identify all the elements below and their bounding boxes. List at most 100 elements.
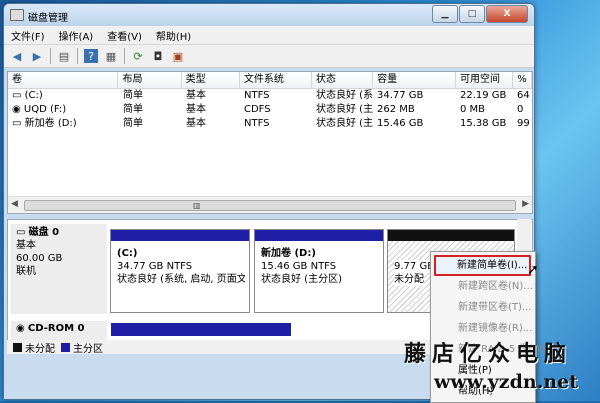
scroll-left-icon[interactable]: ◀ [11,199,18,209]
column-header-volume[interactable]: 卷 [8,72,119,88]
filesystem-cell: NTFS [244,118,270,129]
scroll-right-icon[interactable]: ▶ [522,199,529,209]
partition-c[interactable]: (C:) 34.77 GB NTFS 状态良好 (系统, 启动, 页面文件 [110,229,250,313]
settings-icon[interactable]: ▣ [171,49,185,63]
primary-partition-swatch [61,342,70,352]
primary-partition-bar [255,230,383,241]
menu-item-new-simple-volume[interactable]: 新建简单卷(I)... [434,255,531,276]
drive-icon: ▭ [12,118,25,129]
cd-drive-icon: ◉ [16,323,28,334]
scrollbar-thumb[interactable] [24,200,516,211]
status-cell: 状态良好 (主... [316,104,373,115]
window-title: 磁盘管理 [28,13,68,24]
column-header-free-space[interactable]: 可用空间 [456,72,514,88]
legend-unallocated: 未分配 [25,343,55,355]
cdrom-partition-bar[interactable] [111,323,291,336]
column-header-type[interactable]: 类型 [182,72,240,88]
partition-status: 未分配 [394,273,424,286]
menu-item-new-striped-volume[interactable]: 新建带区卷(T)... [431,297,535,318]
legend-primary: 主分区 [73,343,103,355]
cd-drive-icon: ◉ [12,104,24,115]
volume-name: (C:) [24,90,43,101]
filesystem-cell: NTFS [244,90,270,101]
partition-d[interactable]: 新加卷 (D:) 15.46 GB NTFS 状态良好 (主分区) [254,229,384,313]
unallocated-swatch [13,342,22,352]
scroll-grip-icon: ▥ [193,201,201,210]
free-space-cell: 0 MB [460,104,486,115]
partition-status: 状态良好 (主分区) [261,274,342,285]
refresh-icon[interactable]: ⟳ [131,49,145,63]
disk-name: 磁盘 0 [28,227,60,238]
rescan-disks-icon[interactable]: ◘ [151,49,165,63]
watermark-title: 藤店亿众电脑 [404,341,573,367]
percent-cell: 64 [517,90,530,101]
menu-view[interactable]: 查看(V) [100,28,149,43]
capacity-cell: 15.46 GB [377,118,424,129]
table-row[interactable]: ▭ 新加卷 (D:) 简单 基本 NTFS 状态良好 (主... 15.46 G… [8,117,532,131]
volume-list: 卷 布局 类型 文件系统 状态 容量 可用空间 % ▭ (C:) 简单 基本 N… [7,71,533,214]
partition-size: 9.77 GB [394,260,435,273]
disk-0-label[interactable]: ▭ 磁盘 0 基本 60.00 GB 联机 [11,224,107,314]
minimize-button[interactable]: ▁ [432,5,458,23]
type-cell: 基本 [186,90,206,101]
toolbar-separator [50,48,51,64]
disk-status: 联机 [16,266,36,277]
capacity-cell: 262 MB [377,104,415,115]
disk-management-icon [10,9,24,21]
volume-name: 新加卷 (D:) [24,118,77,129]
cdrom-name: CD-ROM 0 [27,323,85,334]
menu-file[interactable]: 文件(F) [4,28,52,43]
layout-cell: 简单 [123,90,143,101]
primary-partition-bar [111,230,249,241]
column-header-capacity[interactable]: 容量 [373,72,456,88]
unallocated-bar [388,230,514,241]
status-cell: 状态良好 (主... [316,118,373,129]
type-cell: 基本 [186,104,206,115]
toolbar-separator [77,48,78,64]
partition-size: 15.46 GB NTFS [261,261,337,272]
disk-type: 基本 [16,240,36,251]
watermark-url: www.yzdn.net [434,371,578,393]
help-icon[interactable]: ? [84,49,98,63]
layout-cell: 简单 [123,118,143,129]
maximize-button[interactable]: □ [459,5,485,23]
menu-action[interactable]: 操作(A) [52,28,101,43]
column-header-layout[interactable]: 布局 [118,72,182,88]
partition-name: (C:) [117,248,138,259]
menu-item-new-spanned-volume[interactable]: 新建跨区卷(N)... [431,276,535,297]
toolbar: ◀ ▶ ▤ ? ▦ ⟳ ◘ ▣ [4,45,534,68]
capacity-cell: 34.77 GB [377,90,424,101]
menu-help[interactable]: 帮助(H) [149,28,198,43]
column-header-percent[interactable]: % [513,72,532,88]
toolbar-separator [124,48,125,64]
partition-status: 状态良好 (系统, 启动, 页面文件 [117,274,245,285]
percent-cell: 99 [517,118,530,129]
properties-icon[interactable]: ▦ [104,49,118,63]
mouse-cursor-icon: ➚ [527,262,539,278]
disk-icon: ▭ [16,227,29,238]
volume-list-header: 卷 布局 类型 文件系统 状态 容量 可用空间 % [8,72,532,89]
cdrom-label[interactable]: ◉ CD-ROM 0 [11,321,107,340]
partition-name: 新加卷 (D:) [261,248,316,259]
status-cell: 状态良好 (系... [316,90,373,101]
menu-bar: 文件(F) 操作(A) 查看(V) 帮助(H) [4,26,534,45]
close-button[interactable]: X [486,5,528,23]
type-cell: 基本 [186,118,206,129]
percent-cell: 0 [517,104,524,115]
horizontal-scrollbar[interactable]: ◀ ▥ ▶ [8,196,532,213]
partition-size: 34.77 GB NTFS [117,261,193,272]
free-space-cell: 15.38 GB [460,118,507,129]
back-arrow-icon[interactable]: ◀ [10,49,24,63]
column-header-filesystem[interactable]: 文件系统 [240,72,312,88]
free-space-cell: 22.19 GB [460,90,507,101]
column-header-status[interactable]: 状态 [312,72,374,88]
filesystem-cell: CDFS [244,104,271,115]
layout-cell: 简单 [123,104,143,115]
console-tree-icon[interactable]: ▤ [57,49,71,63]
forward-arrow-icon[interactable]: ▶ [30,49,44,63]
volume-name: UQD (F:) [23,104,67,115]
table-row[interactable]: ▭ (C:) 简单 基本 NTFS 状态良好 (系... 34.77 GB 22… [8,89,532,103]
table-row[interactable]: ◉ UQD (F:) 简单 基本 CDFS 状态良好 (主... 262 MB … [8,103,532,117]
disk-size: 60.00 GB [16,253,63,264]
title-bar[interactable]: 磁盘管理 ▁ □ X [4,4,534,26]
